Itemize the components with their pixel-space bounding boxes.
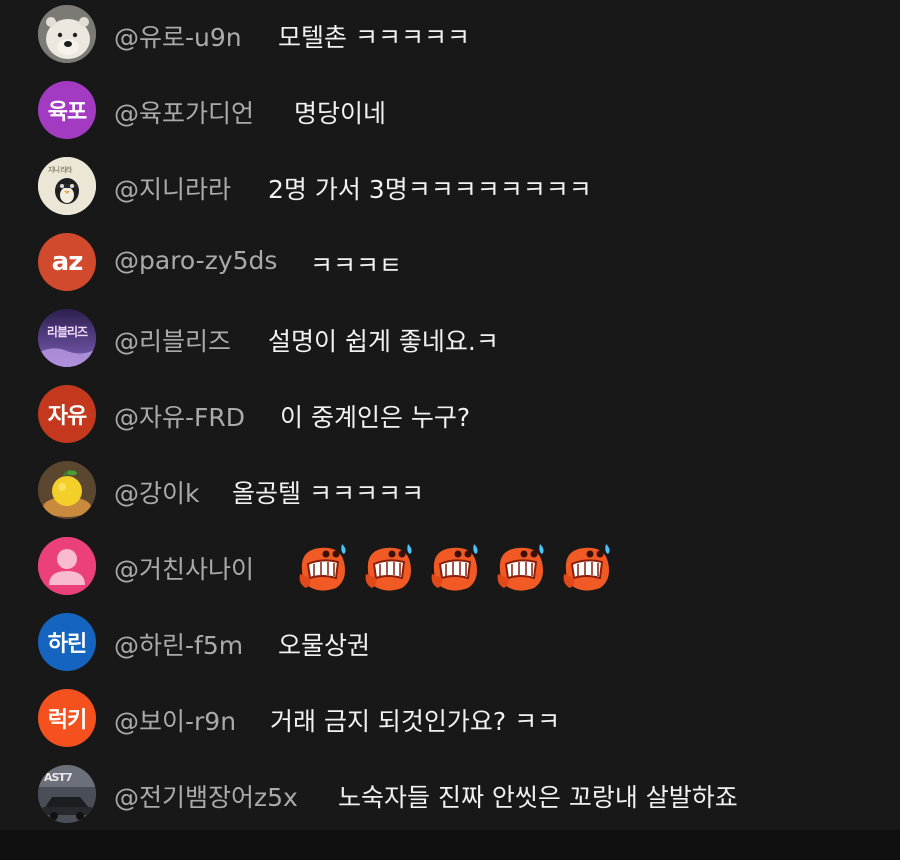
chat-message: az @paro-zy5ds ㅋㅋㅋㅌ	[0, 232, 900, 292]
chat-message: 하린 @하린-f5m 오물상권	[0, 612, 900, 672]
message-text: 노숙자들 진짜 안씻은 꼬랑내 살발하죠	[338, 783, 738, 812]
bottom-bar	[0, 830, 900, 860]
purple-logo-photo-icon: 리블리즈	[38, 309, 96, 367]
message-text: 이 중계인은 누구?	[280, 403, 471, 432]
chat-message: @강이k 올공텔 ㅋㅋㅋㅋㅋ	[0, 460, 900, 520]
avatar-initials: 하린	[47, 632, 87, 657]
car-photo-icon: AST7	[38, 765, 96, 823]
author-name[interactable]: @거친사나이	[114, 550, 254, 586]
chat-message: 럭키 @보이-r9n 거래 금지 되것인가요? ㅋㅋ	[0, 688, 900, 748]
message-text: 오물상권	[278, 631, 371, 660]
sweating-face-emoji	[563, 544, 610, 591]
author-name[interactable]: @paro-zy5ds	[114, 246, 277, 275]
avatar[interactable]	[38, 461, 96, 519]
message-text: ㅋㅋㅋㅌ	[310, 251, 403, 280]
author-name[interactable]: @강이k	[114, 474, 199, 510]
author-name[interactable]: @지니라라	[114, 170, 231, 206]
sweating-face-emoji	[497, 544, 544, 591]
person-icon	[38, 537, 96, 595]
message-text: 올공텔 ㅋㅋㅋㅋㅋ	[232, 479, 424, 508]
avatar[interactable]: 지니 라라	[38, 157, 96, 215]
avatar[interactable]	[38, 537, 96, 595]
chat-message: 지니 라라 @지니라라 2명 가서 3명ㅋㅋㅋㅋㅋㅋㅋㅋ	[0, 156, 900, 216]
avatar[interactable]	[38, 5, 96, 63]
avatar[interactable]: 럭키	[38, 689, 96, 747]
author-name[interactable]: @자유-FRD	[114, 398, 245, 434]
author-name[interactable]: @유로-u9n	[114, 18, 242, 54]
avatar-initials: 자유	[47, 404, 87, 429]
chat-message: @거친사나이	[0, 536, 900, 596]
message-text: 설명이 쉽게 좋네요.ㅋ	[268, 327, 499, 356]
lemon-dessert-photo-icon	[38, 461, 96, 519]
svg-text:지니 라라: 지니 라라	[48, 165, 73, 174]
avatar[interactable]: 하린	[38, 613, 96, 671]
sweating-face-emoji	[431, 544, 478, 591]
author-name[interactable]: @보이-r9n	[114, 702, 236, 738]
chat-message-list: @유로-u9n 모텔촌 ㅋㅋㅋㅋㅋ 육포 @육포가디언 명당이네 지니 라라 @…	[0, 0, 900, 830]
avatar-initials: 육포	[47, 100, 87, 125]
chat-message: 자유 @자유-FRD 이 중계인은 누구?	[0, 384, 900, 444]
message-text: 모텔촌 ㅋㅋㅋㅋㅋ	[278, 23, 470, 52]
avatar[interactable]: 리블리즈	[38, 309, 96, 367]
message-text: 명당이네	[294, 99, 387, 128]
avatar-initials: 럭키	[47, 708, 87, 733]
polar-bear-photo-icon	[38, 5, 96, 63]
author-name[interactable]: @육포가디언	[114, 94, 254, 130]
author-name[interactable]: @리블리즈	[114, 322, 231, 358]
chat-message: 육포 @육포가디언 명당이네	[0, 80, 900, 140]
avatar-logo-text: AST7	[44, 771, 72, 784]
sweating-face-emoji	[299, 544, 346, 591]
avatar-logo-text: 리블리즈	[47, 324, 88, 339]
chat-message: AST7 @전기뱀장어z5x 노숙자들 진짜 안씻은 꼬랑내 살발하죠	[0, 764, 900, 824]
emoji-group	[296, 540, 618, 592]
avatar[interactable]: 자유	[38, 385, 96, 443]
author-name[interactable]: @하린-f5m	[114, 626, 243, 662]
avatar[interactable]: AST7	[38, 765, 96, 823]
avatar[interactable]: az	[38, 233, 96, 291]
avatar-initials: az	[51, 247, 84, 277]
sweating-face-emoji	[365, 544, 412, 591]
avatar[interactable]: 육포	[38, 81, 96, 139]
message-text: 거래 금지 되것인가요? ㅋㅋ	[270, 707, 561, 736]
author-name[interactable]: @전기뱀장어z5x	[114, 778, 298, 814]
message-text: 2명 가서 3명ㅋㅋㅋㅋㅋㅋㅋㅋ	[268, 175, 592, 204]
chat-message: @유로-u9n 모텔촌 ㅋㅋㅋㅋㅋ	[0, 4, 900, 64]
chat-message: 리블리즈 @리블리즈 설명이 쉽게 좋네요.ㅋ	[0, 308, 900, 368]
penguin-sketch-photo-icon: 지니 라라	[38, 157, 96, 215]
